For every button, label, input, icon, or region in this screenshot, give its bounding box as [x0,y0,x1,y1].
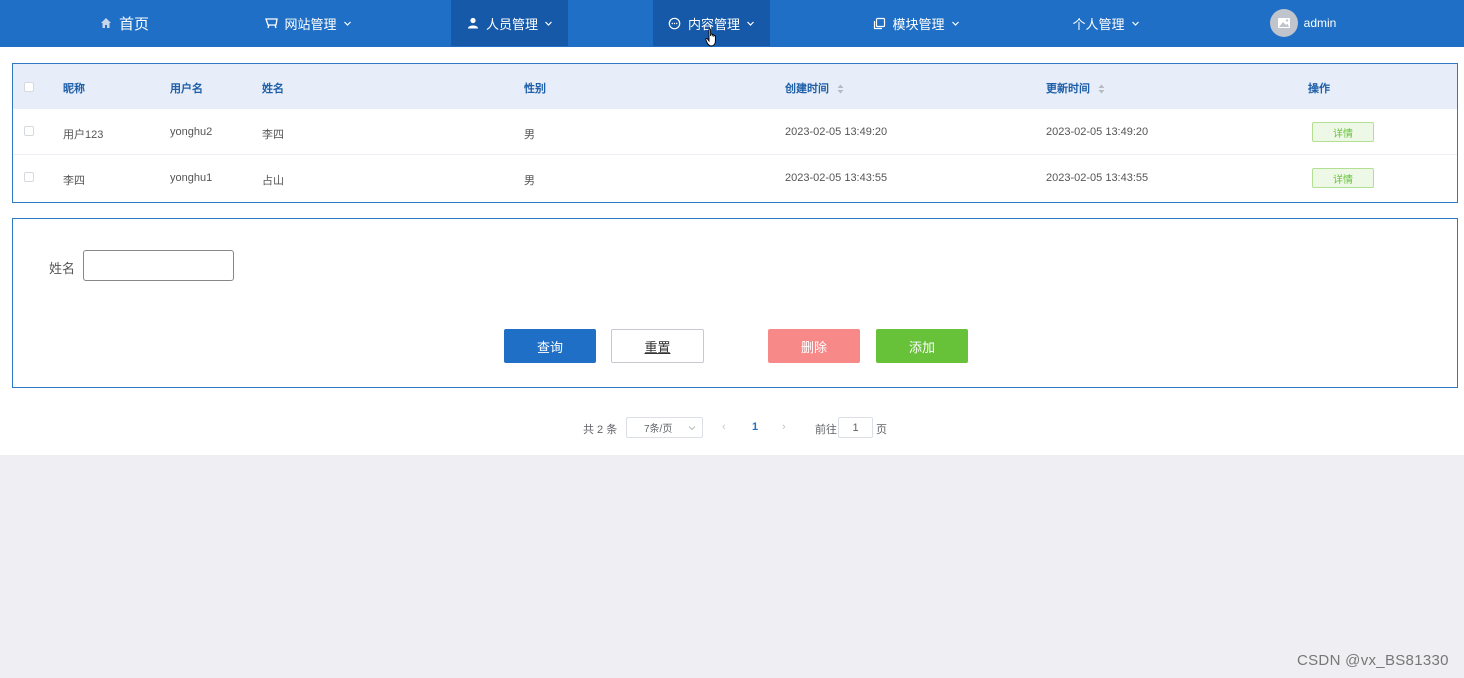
home-icon [99,16,113,30]
hand-cursor-icon [705,28,716,47]
table-row: 用户123 yonghu2 李四 男 2023-02-05 13:49:20 2… [13,109,1457,155]
col-nickname: 昵称 [63,83,85,95]
cell-username: yonghu1 [170,172,213,184]
nav-personal-management[interactable]: 个人管理 [1070,0,1142,46]
nav-home-label: 首页 [118,15,149,33]
sort-icon[interactable] [837,84,844,94]
nav-site-management[interactable]: 网站管理 [262,0,354,46]
detail-button[interactable]: 详情 [1312,122,1374,142]
row-checkbox[interactable] [24,172,34,182]
name-input[interactable] [83,250,234,281]
chat-bubble-icon [668,16,682,30]
table-row: 李四 yonghu1 占山 男 2023-02-05 13:43:55 2023… [13,155,1457,201]
page-number-current[interactable]: 1 [752,421,758,433]
col-username: 用户名 [170,83,203,95]
cell-created: 2023-02-05 13:43:55 [785,172,888,184]
cell-updated: 2023-02-05 13:43:55 [1046,172,1149,184]
next-page-icon[interactable]: › [782,421,786,433]
cell-nickname: 李四 [63,175,85,187]
col-name: 姓名 [262,83,284,95]
chevron-down-icon [746,19,755,28]
search-panel: 姓名 查询 重置 删除 添加 [12,218,1458,388]
add-button[interactable]: 添加 [876,329,968,363]
chevron-down-icon [951,19,960,28]
select-all-checkbox[interactable] [24,82,34,92]
col-gender: 性别 [524,83,546,95]
top-navbar: 首页 网站管理 人员管理 内容管理 模块管理 个人管理 admin [0,0,1464,47]
cell-nickname: 用户123 [63,129,104,141]
col-created-label: 创建时间 [785,83,829,95]
user-table: 昵称 用户名 姓名 性别 创建时间 更新时间 操作 用户123 yonghu2 … [12,63,1458,203]
page-size-value: 7条/页 [644,424,673,435]
table-header: 昵称 用户名 姓名 性别 创建时间 更新时间 操作 [13,64,1457,109]
chevron-down-icon [1131,19,1140,28]
nav-personal-management-label: 个人管理 [1072,16,1125,32]
detail-button[interactable]: 详情 [1312,168,1374,188]
cell-username: yonghu2 [170,126,213,138]
nav-staff-management-label: 人员管理 [485,16,538,32]
copy-icon [872,16,886,30]
cell-name: 占山 [262,175,284,187]
nav-module-management[interactable]: 模块管理 [870,0,962,46]
delete-button[interactable]: 删除 [768,329,860,363]
cell-updated: 2023-02-05 13:49:20 [1046,126,1149,138]
reset-button[interactable]: 重置 [611,329,704,363]
user-menu[interactable]: admin [1268,0,1338,46]
nav-site-management-label: 网站管理 [284,16,337,32]
col-updated-label: 更新时间 [1046,83,1090,95]
page-unit-label: 页 [876,424,887,436]
pagination-total: 共 2 条 [583,424,618,436]
nav-staff-management[interactable]: 人员管理 [451,0,568,46]
username-label: admin [1303,16,1337,30]
col-created[interactable]: 创建时间 [785,80,844,96]
image-icon [1277,18,1290,28]
cell-gender: 男 [524,175,535,187]
avatar [1269,9,1298,37]
watermark: CSDN @vx_BS81330 [1297,652,1449,669]
nav-home[interactable]: 首页 [98,0,150,46]
goto-label: 前往 [815,424,837,436]
cell-gender: 男 [524,129,535,141]
user-icon [466,16,480,30]
name-label: 姓名 [49,261,76,276]
cell-name: 李四 [262,129,284,141]
prev-page-icon[interactable]: ‹ [722,421,726,433]
chevron-down-icon [343,19,352,28]
row-checkbox[interactable] [24,126,34,136]
monitor-cart-icon [264,16,278,30]
col-updated[interactable]: 更新时间 [1046,80,1105,96]
cell-created: 2023-02-05 13:49:20 [785,126,888,138]
page-size-select[interactable]: 7条/页 [626,417,703,438]
col-action: 操作 [1308,83,1330,95]
query-button[interactable]: 查询 [504,329,596,363]
chevron-down-icon [544,19,553,28]
sort-icon[interactable] [1098,84,1105,94]
nav-module-management-label: 模块管理 [892,16,945,32]
chevron-down-icon [688,426,696,431]
goto-page-input[interactable] [838,417,873,438]
